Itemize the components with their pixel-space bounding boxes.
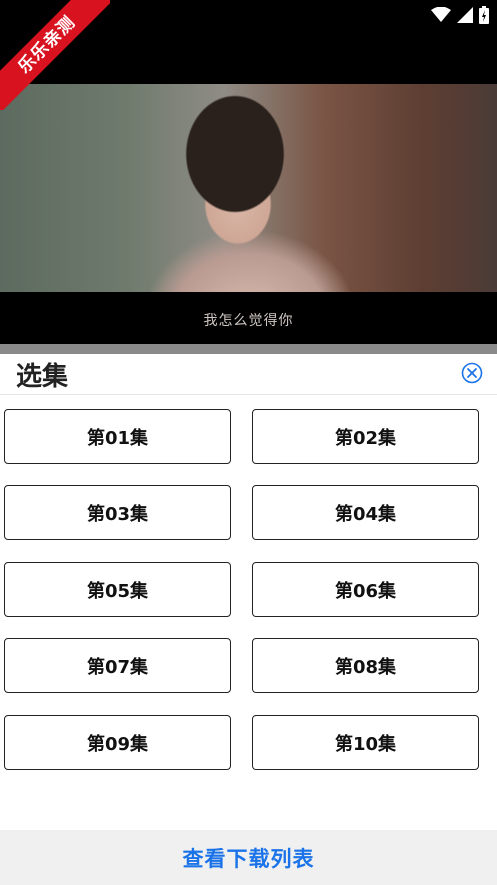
- download-list-button[interactable]: 查看下载列表: [0, 830, 497, 885]
- ribbon-label: 乐乐亲测: [0, 0, 110, 110]
- corner-ribbon: 乐乐亲测: [0, 0, 110, 110]
- episode-button[interactable]: 第04集: [252, 485, 479, 540]
- signal-icon: [457, 7, 473, 23]
- close-icon[interactable]: [461, 362, 483, 384]
- panel-header: 选集: [0, 354, 497, 395]
- episode-button[interactable]: 第03集: [4, 485, 231, 540]
- episode-button[interactable]: 第10集: [252, 715, 479, 770]
- video-frame: 我怎么觉得你: [0, 84, 497, 329]
- divider: [0, 344, 497, 354]
- episode-button[interactable]: 第05集: [4, 562, 231, 617]
- panel-title: 选集: [16, 362, 69, 392]
- episode-button[interactable]: 第09集: [4, 715, 231, 770]
- wifi-icon: [431, 7, 451, 22]
- video-subtitle: 我怎么觉得你: [203, 313, 294, 329]
- battery-icon: [479, 6, 489, 24]
- episode-button[interactable]: 第08集: [252, 638, 479, 693]
- download-list-label: 查看下载列表: [182, 846, 315, 871]
- episode-button[interactable]: 第01集: [4, 409, 231, 464]
- episode-button[interactable]: 第02集: [252, 409, 479, 464]
- episode-panel: 选集 第01集 第02集 第03集 第04集 第05集 第06集 第07集 第0…: [0, 354, 497, 885]
- episode-button[interactable]: 第06集: [252, 562, 479, 617]
- episode-button[interactable]: 第07集: [4, 638, 231, 693]
- status-icons: [431, 6, 489, 24]
